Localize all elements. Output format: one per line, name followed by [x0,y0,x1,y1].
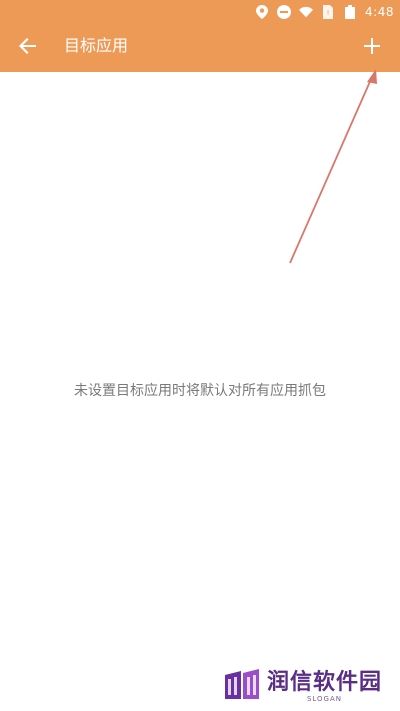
watermark-text: 润信软件园 SLOGAN [266,669,382,703]
add-app-button[interactable] [354,30,390,66]
empty-state-message: 未设置目标应用时将默认对所有应用抓包 [74,383,326,399]
toolbar: 目标应用 [0,24,400,72]
annotation-arrow [289,69,377,264]
plus-icon [363,37,381,59]
status-icons: ! 4:48 [255,3,394,21]
watermark-title: 润信软件园 [266,669,382,695]
location-icon [255,5,269,19]
watermark-subtitle: SLOGAN [306,694,343,703]
status-bar: ! 4:48 [0,0,400,24]
page-title: 目标应用 [64,36,129,55]
watermark: 润信软件园 SLOGAN [223,669,382,705]
svg-text:!: ! [327,9,330,17]
wifi-icon [299,5,314,19]
arrow-back-icon [19,37,37,59]
app-bar: ! 4:48 目标应用 [0,0,400,72]
do-not-disturb-icon [277,5,292,19]
status-time: 4:48 [365,5,394,19]
battery-icon [343,5,357,19]
back-button[interactable] [10,30,46,66]
sim-card-icon: ! [321,5,335,19]
watermark-logo-icon [223,669,261,705]
